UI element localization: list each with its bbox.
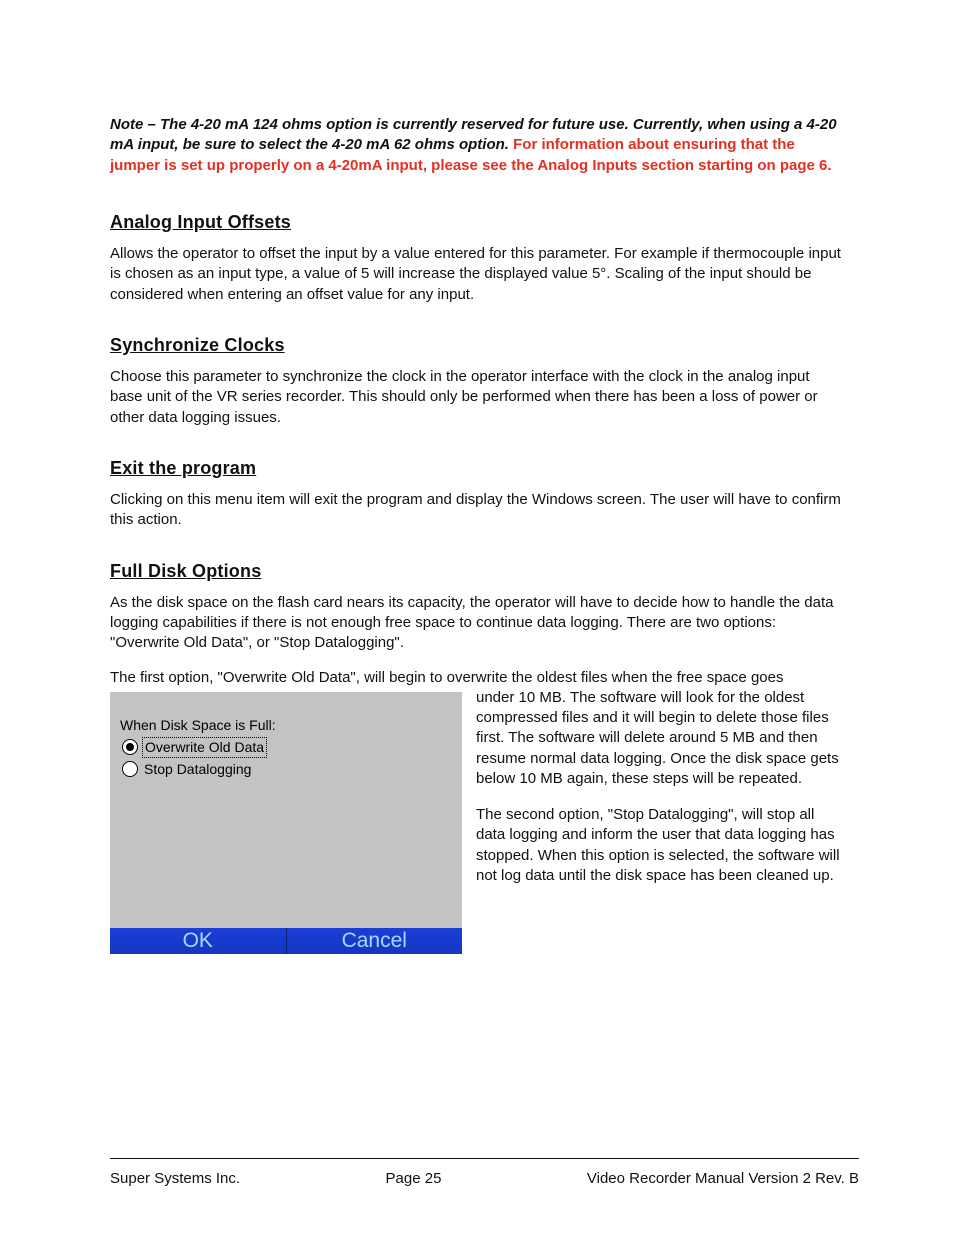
heading-full-disk-options: Full Disk Options: [110, 559, 844, 583]
radio-overwrite-label: Overwrite Old Data: [142, 737, 267, 758]
radio-stop-label: Stop Datalogging: [142, 760, 253, 779]
radio-icon: [122, 761, 138, 777]
heading-synchronize-clocks: Synchronize Clocks: [110, 333, 844, 357]
body-sync: Choose this parameter to synchronize the…: [110, 367, 844, 428]
body-analog: Allows the operator to offset the input …: [110, 244, 844, 305]
radio-icon: [122, 739, 138, 755]
heading-exit-program: Exit the program: [110, 456, 844, 480]
radio-stop[interactable]: Stop Datalogging: [120, 760, 452, 779]
heading-analog-input-offsets: Analog Input Offsets: [110, 210, 844, 234]
footer-company: Super Systems Inc.: [110, 1169, 240, 1189]
body-fulldisk-intro: As the disk space on the flash card near…: [110, 593, 844, 654]
note-trail: .: [505, 136, 513, 153]
body-fulldisk-lead: The first option, "Overwrite Old Data", …: [110, 669, 783, 686]
page-footer: Super Systems Inc. Page 25 Video Recorde…: [110, 1158, 859, 1189]
footer-doc-version: Video Recorder Manual Version 2 Rev. B: [587, 1169, 859, 1189]
note-block: Note – The 4-20 mA 124 ohms option is cu…: [110, 115, 844, 176]
body-exit: Clicking on this menu item will exit the…: [110, 490, 844, 531]
ok-button[interactable]: OK: [110, 928, 287, 954]
dialog-title: When Disk Space is Full:: [120, 716, 452, 735]
radio-overwrite[interactable]: Overwrite Old Data: [120, 737, 452, 758]
document-page: Note – The 4-20 mA 124 ohms option is cu…: [0, 0, 954, 1235]
fulldisk-detail: The first option, "Overwrite Old Data", …: [110, 668, 844, 962]
cancel-button[interactable]: Cancel: [287, 928, 463, 954]
disk-full-dialog: When Disk Space is Full: Overwrite Old D…: [110, 692, 462, 954]
dialog-body: When Disk Space is Full: Overwrite Old D…: [110, 692, 462, 779]
footer-page-number: Page 25: [386, 1169, 442, 1189]
dialog-button-bar: OK Cancel: [110, 928, 462, 954]
